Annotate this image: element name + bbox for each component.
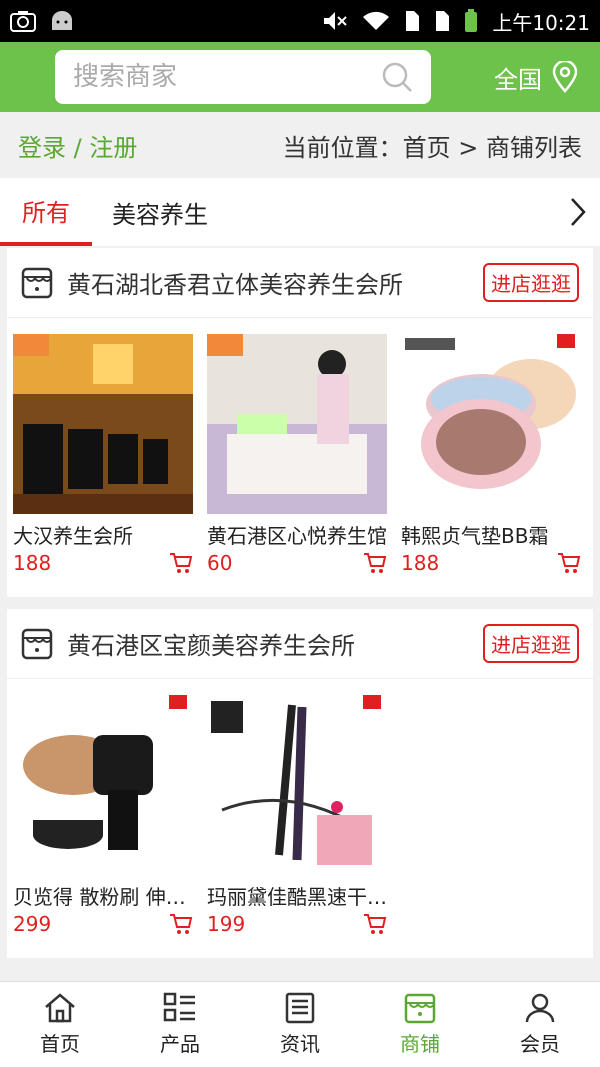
tab-beauty-wellness[interactable]: 美容养生 [92,178,228,246]
cart-icon[interactable] [169,552,193,574]
search-box[interactable] [55,50,431,104]
product-card[interactable]: 黄石港区心悦养生馆 60 [207,334,387,575]
shop-header: 黄石港区宝颜美容养生会所 进店逛逛 [7,609,593,679]
status-bar: 上午10:21 [0,0,600,42]
breadcrumb: 当前位置：首页 > 商铺列表 [282,133,582,162]
header: 全国 [0,42,600,112]
shop-header: 黄石湖北香君立体美容养生会所 进店逛逛 [7,248,593,318]
nav-home[interactable]: 首页 [0,982,120,1067]
battery-icon [465,9,478,32]
sim1-icon [406,11,420,31]
nav-products-label: 产品 [160,1032,200,1056]
search-icon[interactable] [381,61,413,93]
android-icon [52,11,72,30]
nav-stores-label: 商铺 [400,1032,440,1056]
product-row: 大汉养生会所 188 黄石港区心悦养生馆 60 韩熙贞气垫BB霜 188 [7,318,593,597]
nav-member[interactable]: 会员 [480,982,600,1067]
breadcrumb-bar: 登录 / 注册 当前位置：首页 > 商铺列表 [0,112,600,178]
cart-icon[interactable] [169,913,193,935]
product-image[interactable] [207,695,387,875]
nav-home-label: 首页 [40,1032,80,1056]
region-label: 全国 [494,65,542,94]
tag-badge [363,695,381,709]
tab-all[interactable]: 所有 [0,178,92,246]
nav-member-label: 会员 [520,1032,560,1056]
product-price: 199 [207,912,246,936]
product-name[interactable]: 大汉养生会所 [13,520,193,549]
product-name[interactable]: 玛丽黛佳酷黑速干眼线液 [207,881,387,910]
product-card[interactable]: 韩熙贞气垫BB霜 188 [401,334,581,575]
product-price: 60 [207,551,233,575]
product-name[interactable]: 黄石港区心悦养生馆 [207,520,387,549]
promo-badge [13,334,49,356]
shop-icon [21,267,53,298]
product-card[interactable]: 玛丽黛佳酷黑速干眼线液 199 [207,695,387,936]
grid-list-icon [163,992,195,1022]
region-selector[interactable]: 全国 [494,60,580,95]
news-icon [285,992,315,1024]
wifi-icon [363,11,390,30]
product-price: 188 [401,551,440,575]
screenshot-icon [10,11,36,32]
cart-icon[interactable] [363,552,387,574]
product-image[interactable] [13,334,193,514]
product-card[interactable]: 大汉养生会所 188 [13,334,193,575]
tag-badge [169,695,187,709]
product-price: 188 [13,551,52,575]
product-image[interactable] [401,334,581,514]
shop-icon [21,628,53,659]
product-image[interactable] [13,695,193,875]
login-register-link[interactable]: 登录 / 注册 [18,128,137,163]
cart-icon[interactable] [557,552,581,574]
cart-icon[interactable] [363,913,387,935]
product-row: 贝览得 散粉刷 伸缩刷 299 玛丽黛佳酷黑速干眼线液 199 [7,679,593,958]
product-card[interactable]: 贝览得 散粉刷 伸缩刷 299 [13,695,193,936]
nav-stores[interactable]: 商铺 [360,982,480,1067]
user-icon [525,993,555,1023]
location-pin-icon [552,61,578,93]
sim2-icon [436,11,450,31]
tag-badge [557,334,575,348]
bottom-nav: 首页 产品 资讯 商铺 会员 [0,981,600,1067]
mute-icon [324,12,348,30]
product-image[interactable] [207,334,387,514]
product-name[interactable]: 韩熙贞气垫BB霜 [401,520,581,549]
nav-news[interactable]: 资讯 [240,982,360,1067]
chevron-right-icon[interactable] [568,196,588,228]
shop-name[interactable]: 黄石湖北香君立体美容养生会所 [67,265,483,300]
enter-shop-button[interactable]: 进店逛逛 [483,624,579,663]
enter-shop-button[interactable]: 进店逛逛 [483,263,579,302]
nav-products[interactable]: 产品 [120,982,240,1067]
product-price: 299 [13,912,52,936]
promo-badge [207,334,243,356]
category-tabs: 所有 美容养生 [0,178,600,246]
home-icon [45,993,75,1023]
search-input[interactable] [73,62,353,92]
shop-name[interactable]: 黄石港区宝颜美容养生会所 [67,626,483,661]
store-icon [404,993,436,1024]
product-name[interactable]: 贝览得 散粉刷 伸缩刷 [13,881,193,910]
nav-news-label: 资讯 [280,1032,320,1056]
shop-card: 黄石港区宝颜美容养生会所 进店逛逛 贝览得 散粉刷 伸缩刷 299 玛丽黛佳酷黑… [7,609,593,958]
shop-list: 黄石湖北香君立体美容养生会所 进店逛逛 大汉养生会所 188 黄石港区心悦养生馆… [0,248,600,981]
clock: 上午10:21 [492,10,590,35]
shop-card: 黄石湖北香君立体美容养生会所 进店逛逛 大汉养生会所 188 黄石港区心悦养生馆… [7,248,593,597]
